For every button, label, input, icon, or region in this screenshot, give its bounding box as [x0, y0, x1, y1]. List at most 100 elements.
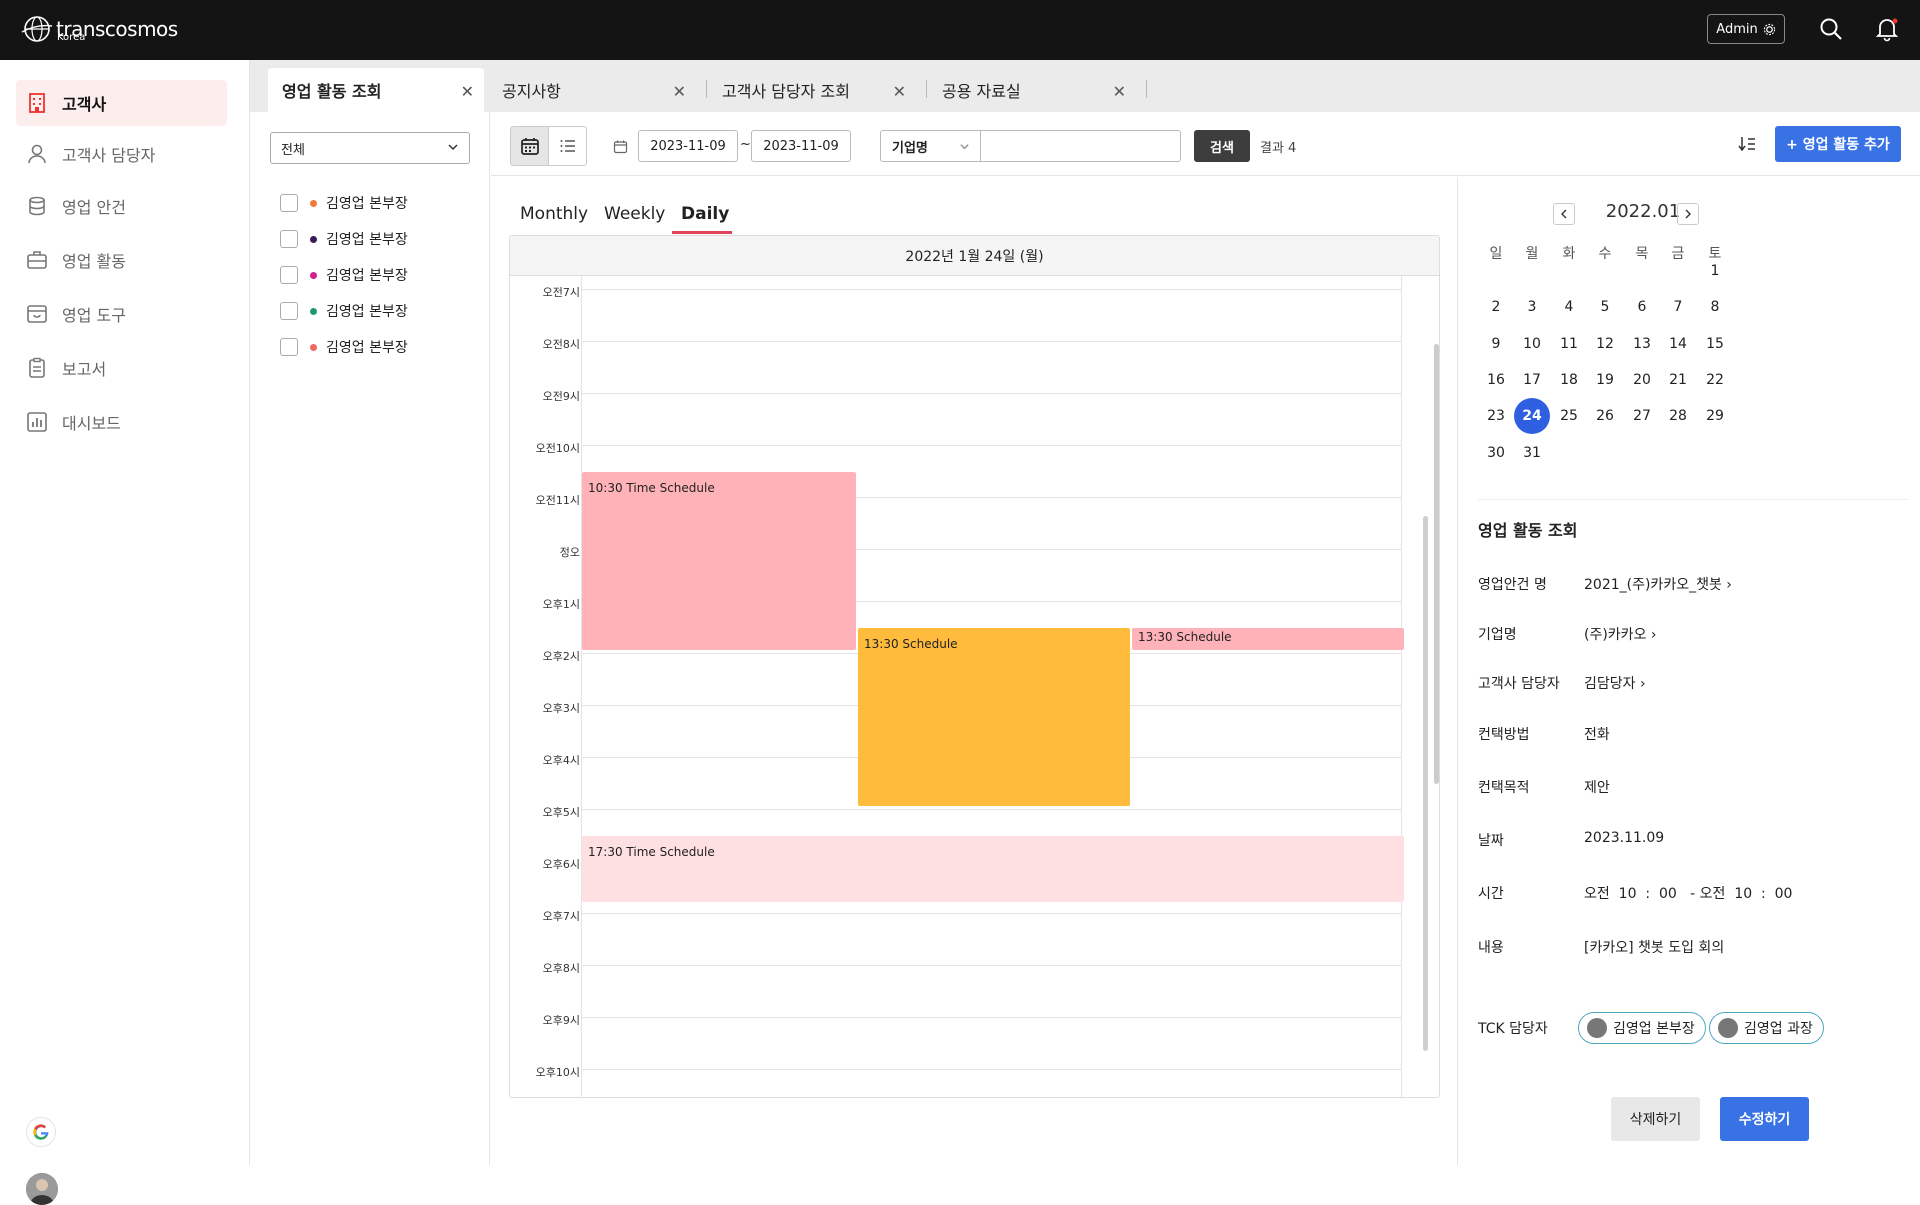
- search-button[interactable]: 검색: [1194, 130, 1250, 162]
- tck-person-chip[interactable]: 김영업 본부장: [1578, 1012, 1706, 1044]
- delete-button[interactable]: 삭제하기: [1611, 1097, 1700, 1141]
- hour-label: 오후10시: [535, 1066, 580, 1079]
- tab-shared-files[interactable]: 공용 자료실 ✕: [928, 68, 1136, 112]
- edit-button[interactable]: 수정하기: [1720, 1097, 1809, 1141]
- event-block[interactable]: 10:30 Time Schedule: [582, 472, 856, 650]
- calendar-day[interactable]: 30: [1478, 435, 1514, 471]
- tab-sales-activity[interactable]: 영업 활동 조회 ✕: [268, 68, 484, 112]
- calendar-day[interactable]: 10: [1514, 326, 1550, 362]
- calendar-day[interactable]: 3: [1514, 289, 1550, 325]
- tab-monthly[interactable]: Monthly: [520, 204, 588, 224]
- checkbox[interactable]: [280, 302, 298, 320]
- field-select[interactable]: 기업명: [880, 130, 981, 162]
- calendar-day[interactable]: 19: [1587, 362, 1623, 398]
- grid-line: [581, 276, 582, 1097]
- close-icon[interactable]: ✕: [461, 82, 474, 101]
- person-filter-item[interactable]: 김영업 본부장: [280, 229, 408, 249]
- list-view-button[interactable]: [548, 126, 587, 166]
- person-filter-item[interactable]: 김영업 본부장: [280, 193, 408, 213]
- field-label: 컨택목적: [1478, 780, 1530, 796]
- avatar-icon: [26, 1173, 58, 1205]
- sort-icon[interactable]: [1737, 134, 1757, 154]
- user-avatar[interactable]: [26, 1173, 58, 1205]
- field-value[interactable]: 2021_(주)카카오_챗봇 ›: [1584, 574, 1732, 594]
- calendar-day[interactable]: 20: [1624, 362, 1660, 398]
- calendar-day[interactable]: 18: [1551, 362, 1587, 398]
- calendar-day[interactable]: 15: [1697, 326, 1733, 362]
- sidebar-item-sales-activity[interactable]: 영업 활동: [16, 237, 227, 283]
- checkbox[interactable]: [280, 230, 298, 248]
- close-icon[interactable]: ✕: [1113, 82, 1126, 101]
- calendar-day[interactable]: 1: [1697, 253, 1733, 289]
- calendar-day[interactable]: 13: [1624, 326, 1660, 362]
- calendar-day[interactable]: 6: [1624, 289, 1660, 325]
- next-month-button[interactable]: [1677, 203, 1699, 225]
- bell-icon[interactable]: [1874, 16, 1900, 42]
- sidebar-item-sales-cases[interactable]: 영업 안건: [16, 183, 227, 229]
- calendar-day[interactable]: 24: [1514, 398, 1550, 435]
- calendar-day[interactable]: 29: [1697, 398, 1733, 434]
- calendar-day[interactable]: 28: [1660, 398, 1696, 434]
- close-icon[interactable]: ✕: [893, 82, 906, 101]
- calendar-scrollbar[interactable]: [1423, 516, 1428, 1051]
- person-filter-item[interactable]: 김영업 본부장: [280, 265, 408, 285]
- checkbox[interactable]: [280, 338, 298, 356]
- person-name: 김영업 본부장: [326, 268, 408, 284]
- date-to-input[interactable]: 2023-11-09: [751, 130, 851, 162]
- person-filter-item[interactable]: 김영업 본부장: [280, 337, 408, 357]
- calendar-day[interactable]: 2: [1478, 289, 1514, 325]
- tab-daily[interactable]: Daily: [681, 204, 729, 224]
- hour-label: 오전9시: [542, 390, 580, 403]
- sidebar-item-client-contacts[interactable]: 고객사 담당자: [16, 131, 227, 177]
- checkbox[interactable]: [280, 266, 298, 284]
- tab-notice[interactable]: 공지사항 ✕: [488, 68, 696, 112]
- calendar-day[interactable]: 23: [1478, 398, 1514, 434]
- calendar-day[interactable]: 11: [1551, 326, 1587, 362]
- calendar-view-button[interactable]: [510, 126, 549, 166]
- field-value[interactable]: 김담당자 ›: [1584, 673, 1646, 693]
- tck-person-chip[interactable]: 김영업 과장: [1709, 1012, 1824, 1044]
- calendar-day[interactable]: 12: [1587, 326, 1623, 362]
- calendar-day[interactable]: 17: [1514, 362, 1550, 398]
- sidebar-item-dashboard[interactable]: 대시보드: [16, 399, 227, 445]
- color-dot: [310, 307, 317, 315]
- calendar-day[interactable]: 16: [1478, 362, 1514, 398]
- detail-scrollbar[interactable]: [1434, 344, 1439, 784]
- calendar-day[interactable]: 8: [1697, 289, 1733, 325]
- calendar-day[interactable]: 27: [1624, 398, 1660, 434]
- sidebar-item-sales-tools[interactable]: 영업 도구: [16, 291, 227, 337]
- field-label: 영업안건 명: [1478, 577, 1547, 593]
- calendar-day[interactable]: 4: [1551, 289, 1587, 325]
- google-button[interactable]: [26, 1117, 56, 1147]
- group-select[interactable]: 전체: [270, 132, 470, 164]
- close-icon[interactable]: ✕: [673, 82, 686, 101]
- event-block[interactable]: 17:30 Time Schedule: [582, 836, 1404, 902]
- calendar-day[interactable]: 26: [1587, 398, 1623, 434]
- search-icon[interactable]: [1818, 16, 1844, 42]
- sidebar-item-reports[interactable]: 보고서: [16, 345, 227, 391]
- date-from-input[interactable]: 2023-11-09: [638, 130, 738, 162]
- logo[interactable]: transcosmos Korea: [20, 12, 178, 46]
- calendar-day[interactable]: 5: [1587, 289, 1623, 325]
- sidebar-item-clients[interactable]: 고객사: [16, 80, 227, 126]
- calendar-day[interactable]: 9: [1478, 326, 1514, 362]
- checkbox[interactable]: [280, 194, 298, 212]
- tab-weekly[interactable]: Weekly: [604, 204, 665, 224]
- calendar-day[interactable]: 7: [1660, 289, 1696, 325]
- admin-button[interactable]: Admin: [1707, 14, 1785, 44]
- event-block[interactable]: 13:30 Schedule: [858, 628, 1130, 806]
- calendar-day[interactable]: 22: [1697, 362, 1733, 398]
- calendar-day[interactable]: 25: [1551, 398, 1587, 434]
- tab-client-contacts[interactable]: 고객사 담당자 조회 ✕: [708, 68, 916, 112]
- field-value[interactable]: (주)카카오 ›: [1584, 624, 1657, 644]
- hour-label: 오후3시: [542, 702, 580, 715]
- add-activity-button[interactable]: + 영업 활동 추가: [1775, 126, 1901, 162]
- person-filter-item[interactable]: 김영업 본부장: [280, 301, 408, 321]
- calendar-day[interactable]: 21: [1660, 362, 1696, 398]
- calendar-icon: [520, 138, 539, 155]
- calendar-day[interactable]: 14: [1660, 326, 1696, 362]
- hour-label: 오후7시: [542, 910, 580, 923]
- calendar-day[interactable]: 31: [1514, 435, 1550, 471]
- event-block[interactable]: 13:30 Schedule: [1132, 628, 1404, 650]
- search-input[interactable]: [981, 130, 1181, 162]
